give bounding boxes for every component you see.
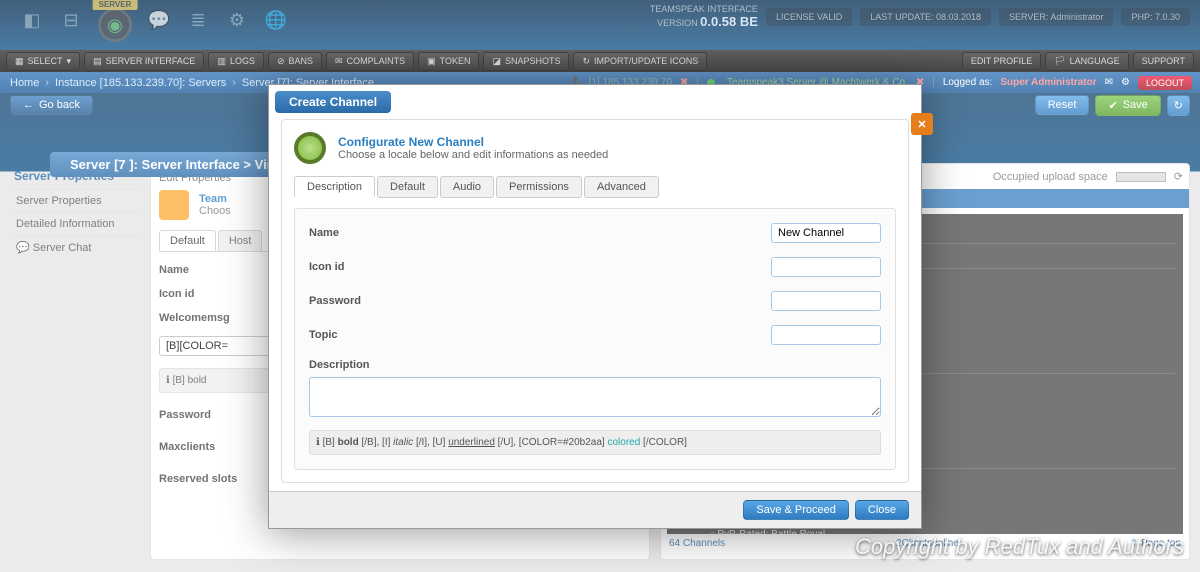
password-label: Password: [309, 295, 771, 307]
modal-header: Configurate New Channel: [338, 135, 608, 149]
iconid-label: Icon id: [309, 261, 771, 273]
mtab-description[interactable]: Description: [294, 176, 375, 198]
channel-name-input[interactable]: [771, 223, 881, 243]
save-proceed-button[interactable]: Save & Proceed: [743, 500, 849, 520]
name-label: Name: [309, 227, 771, 239]
close-button[interactable]: Close: [855, 500, 909, 520]
gear-icon: [294, 132, 326, 164]
mtab-advanced[interactable]: Advanced: [584, 176, 659, 198]
channel-iconid-input[interactable]: [771, 257, 881, 277]
mtab-audio[interactable]: Audio: [440, 176, 494, 198]
channel-description-input[interactable]: [309, 377, 881, 417]
mtab-permissions[interactable]: Permissions: [496, 176, 582, 198]
channel-password-input[interactable]: [771, 291, 881, 311]
modal-subtitle: Choose a locale below and edit informati…: [338, 149, 608, 161]
topic-label: Topic: [309, 329, 771, 341]
mtab-default[interactable]: Default: [377, 176, 438, 198]
modal-close-x[interactable]: ✕: [911, 113, 933, 135]
modal-tabs: Description Default Audio Permissions Ad…: [294, 176, 896, 198]
channel-topic-input[interactable]: [771, 325, 881, 345]
modal-title: Create Channel: [275, 91, 391, 113]
format-hint: ℹ [B] bold [/B], [I] italic [/I], [U] un…: [309, 430, 881, 455]
description-label: Description: [309, 359, 370, 371]
create-channel-modal: Create Channel ✕ Configurate New Channel…: [268, 84, 922, 529]
